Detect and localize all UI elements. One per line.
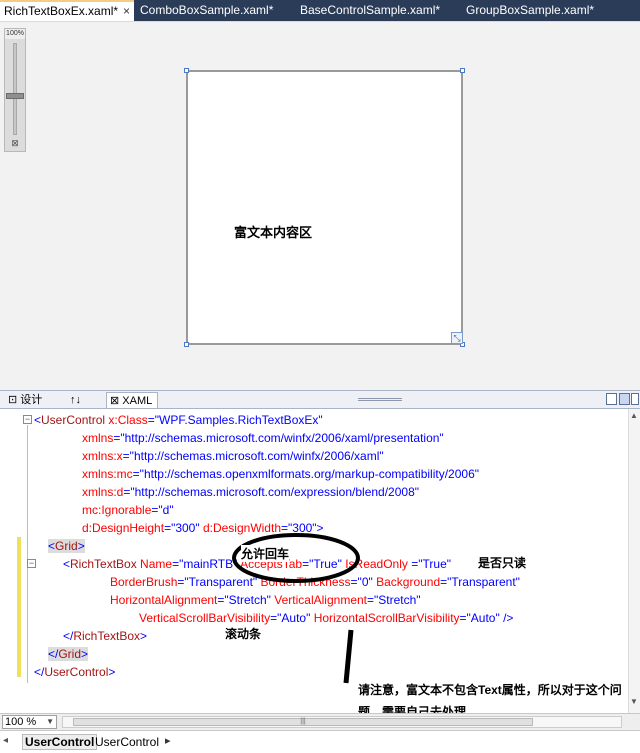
tab-richtextboxex[interactable]: RichTextBoxEx.xaml* × <box>0 0 134 21</box>
tab-xaml-label: XAML <box>122 395 153 407</box>
view-split-bar: ⊡ 设计 ↑↓ ⊠ XAML <box>0 390 640 409</box>
resize-handle-bottom-left[interactable] <box>184 342 189 347</box>
code-line-15: </UserControl> <box>34 665 116 679</box>
zoom-slider[interactable]: 100% ⊠ <box>4 28 26 152</box>
design-view-icon: ⊡ <box>8 394 18 406</box>
design-surface[interactable]: 100% ⊠ 富文本内容区 ⤡ <box>0 21 640 390</box>
code-line-11: HorizontalAlignment="Stretch" VerticalAl… <box>110 593 421 607</box>
code-line-3: xmlns:x="http://schemas.microsoft.com/wi… <box>82 449 384 463</box>
annotation-readonly: 是否只读 <box>478 556 527 570</box>
fit-to-window-icon[interactable]: ⊠ <box>7 137 23 149</box>
tab-label: ComboBoxSample.xaml* <box>140 3 274 17</box>
code-line-1: <UserControl x:Class="WPF.Samples.RichTe… <box>34 413 323 427</box>
annotation-scroll: 滚动条 <box>225 627 262 641</box>
tab-design-label: 设计 <box>20 394 43 406</box>
zoom-track[interactable] <box>13 43 17 135</box>
change-indicator <box>17 537 21 677</box>
breadcrumb-item-child[interactable]: UserControl <box>95 735 159 749</box>
code-line-7: d:DesignHeight="300" d:DesignWidth="300"… <box>82 521 324 535</box>
horizontal-scroll-thumb[interactable]: ||| <box>73 718 533 726</box>
code-line-14: </Grid> <box>48 647 89 661</box>
vertical-split-icon[interactable] <box>606 393 617 405</box>
collapse-pane-icon[interactable] <box>631 393 639 405</box>
breadcrumb-right-icon[interactable]: ▸ <box>165 734 171 747</box>
breadcrumb-left-icon[interactable]: ◂ <box>3 735 8 746</box>
horizontal-scrollbar[interactable]: ||| <box>62 716 622 728</box>
xaml-view-icon: ⊠ <box>110 395 120 407</box>
code-line-8: <Grid> <box>48 539 85 553</box>
annotation-enter: 允许回车 <box>241 545 290 562</box>
xaml-editor[interactable]: − − <UserControl x:Class="WPF.Samples.Ri… <box>0 409 640 713</box>
tab-groupboxsample[interactable]: GroupBoxSample.xaml* <box>462 0 594 21</box>
auto-size-icon[interactable]: ⤡ <box>451 332 463 344</box>
document-tab-strip: RichTextBoxEx.xaml* × ComboBoxSample.xam… <box>0 0 640 21</box>
editor-bottom-bar: 100 % ▼ ||| <box>0 713 640 730</box>
zoom-select-value: 100 % <box>5 716 37 728</box>
splitter-grip[interactable] <box>358 398 402 401</box>
tab-label: RichTextBoxEx.xaml* <box>4 4 119 18</box>
tab-label: BaseControlSample.xaml* <box>300 3 441 17</box>
close-icon[interactable]: × <box>123 2 130 21</box>
zoom-level-label: 100% <box>5 29 25 39</box>
tab-basecontrolsample[interactable]: BaseControlSample.xaml* <box>296 0 440 21</box>
chevron-down-icon[interactable]: ▼ <box>46 716 54 728</box>
scroll-up-icon[interactable]: ▲ <box>630 411 638 420</box>
breadcrumb: ◂ UserControl UserControl ▸ <box>0 730 640 753</box>
horizontal-split-icon[interactable] <box>619 393 630 405</box>
usercontrol-canvas[interactable]: 富文本内容区 ⤡ <box>184 68 465 347</box>
code-line-2: xmlns="http://schemas.microsoft.com/winf… <box>82 431 444 445</box>
collapse-usercontrol-icon[interactable]: − <box>23 415 32 424</box>
code-line-4: xmlns:mc="http://schemas.openxmlformats.… <box>82 467 480 481</box>
resize-handle-top-left[interactable] <box>184 68 189 73</box>
breadcrumb-item-root[interactable]: UserControl <box>22 734 98 750</box>
zoom-select[interactable]: 100 % ▼ <box>2 715 57 729</box>
scroll-down-icon[interactable]: ▼ <box>630 697 638 706</box>
code-line-6: mc:Ignorable="d" <box>82 503 174 517</box>
rich-text-content-label: 富文本内容区 <box>234 225 313 240</box>
zoom-thumb[interactable] <box>6 93 24 99</box>
outline-guide <box>27 425 28 683</box>
collapse-richtextbox-icon[interactable]: − <box>27 559 36 568</box>
code-line-10: BorderBrush="Transparent" BorderThicknes… <box>110 575 520 589</box>
tab-label: GroupBoxSample.xaml* <box>466 3 595 17</box>
code-line-12: VerticalScrollBarVisibility="Auto" Horiz… <box>139 611 514 625</box>
tab-design[interactable]: ⊡ 设计 <box>8 392 42 408</box>
resize-handle-top-right[interactable] <box>460 68 465 73</box>
tab-xaml[interactable]: ⊠ XAML <box>106 392 159 408</box>
tab-comboboxsample[interactable]: ComboBoxSample.xaml* <box>136 0 273 21</box>
code-line-13: </RichTextBox> <box>63 629 148 643</box>
swap-panes-icon[interactable]: ↑↓ <box>70 392 81 408</box>
code-line-5: xmlns:d="http://schemas.microsoft.com/ex… <box>82 485 420 499</box>
vertical-scrollbar[interactable]: ▲ ▼ <box>628 409 640 713</box>
